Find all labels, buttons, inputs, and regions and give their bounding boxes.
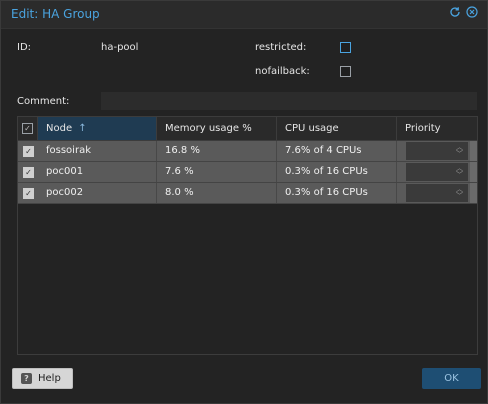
restricted-checkbox[interactable] (340, 42, 351, 53)
restricted-label: restricted: (255, 42, 307, 53)
id-label: ID: (17, 42, 32, 53)
column-header-priority[interactable]: Priority (397, 117, 477, 140)
node-cell: poc002 (38, 183, 157, 203)
memory-cell: 7.6 % (157, 162, 277, 182)
row-checkbox[interactable]: ✓ (23, 146, 34, 157)
id-value: ha-pool (101, 42, 139, 53)
close-icon[interactable] (465, 6, 479, 20)
nodes-grid: ✓ Node ↑ Memory usage % CPU usage Priori… (17, 116, 478, 355)
sort-ascending-icon: ↑ (78, 123, 87, 134)
cpu-cell: 0.3% of 16 CPUs (277, 183, 397, 203)
comment-label: Comment: (17, 96, 70, 107)
select-all-checkbox[interactable]: ✓ (22, 123, 33, 134)
select-all-column[interactable]: ✓ (18, 117, 38, 140)
spinner-arrows-icon[interactable]: ︿ ﹀ (456, 186, 463, 200)
table-row[interactable]: ✓ poc001 7.6 % 0.3% of 16 CPUs ︿ ﹀ (18, 162, 477, 183)
column-header-node[interactable]: Node ↑ (38, 117, 157, 140)
cpu-cell: 0.3% of 16 CPUs (277, 162, 397, 182)
grid-header: ✓ Node ↑ Memory usage % CPU usage Priori… (18, 117, 477, 141)
nofailback-checkbox[interactable] (340, 66, 351, 77)
cpu-cell: 7.6% of 4 CPUs (277, 141, 397, 161)
refresh-icon[interactable] (448, 6, 462, 20)
help-button[interactable]: ? Help (12, 368, 73, 389)
column-header-memory[interactable]: Memory usage % (157, 117, 277, 140)
row-edge (470, 141, 477, 161)
ok-button[interactable]: OK (422, 368, 481, 389)
spinner-arrows-icon[interactable]: ︿ ﹀ (456, 165, 463, 179)
node-cell: poc001 (38, 162, 157, 182)
dialog-titlebar: Edit: HA Group (1, 1, 487, 29)
column-header-cpu[interactable]: CPU usage (277, 117, 397, 140)
memory-cell: 16.8 % (157, 141, 277, 161)
spinner-arrows-icon[interactable]: ︿ ﹀ (456, 144, 463, 158)
question-icon: ? (21, 373, 32, 384)
table-row[interactable]: ✓ poc002 8.0 % 0.3% of 16 CPUs ︿ ﹀ (18, 183, 477, 204)
row-edge (470, 162, 477, 182)
edit-ha-group-dialog: Edit: HA Group ID: ha-pool restricted: n… (0, 0, 488, 404)
row-checkbox[interactable]: ✓ (23, 188, 34, 199)
row-checkbox[interactable]: ✓ (23, 167, 34, 178)
node-cell: fossoirak (38, 141, 157, 161)
help-button-label: Help (38, 373, 61, 384)
priority-spinner[interactable]: ︿ ﹀ (406, 163, 468, 181)
memory-cell: 8.0 % (157, 183, 277, 203)
row-edge (470, 183, 477, 203)
dialog-footer: ? Help OK (1, 363, 487, 403)
nofailback-label: nofailback: (255, 66, 310, 77)
table-row[interactable]: ✓ fossoirak 16.8 % 7.6% of 4 CPUs ︿ ﹀ (18, 141, 477, 162)
comment-input[interactable] (101, 92, 477, 110)
column-header-node-label: Node (46, 123, 73, 134)
priority-spinner[interactable]: ︿ ﹀ (406, 142, 468, 160)
priority-spinner[interactable]: ︿ ﹀ (406, 184, 468, 202)
dialog-title: Edit: HA Group (11, 7, 100, 21)
